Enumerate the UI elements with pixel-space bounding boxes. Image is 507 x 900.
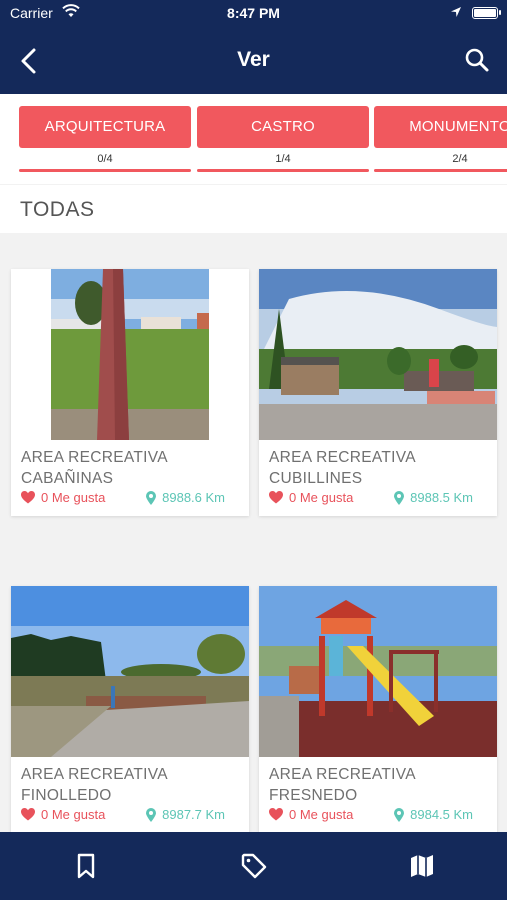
distance-text: 8984.5 Km xyxy=(410,807,473,822)
page-title: Ver xyxy=(237,48,270,71)
likes-text: 0 Me gusta xyxy=(289,490,354,505)
distance: 8988.6 Km xyxy=(146,490,225,505)
location-pin-icon xyxy=(146,490,157,505)
likes-text: 0 Me gusta xyxy=(41,490,106,505)
likes[interactable]: 0 Me gusta xyxy=(269,490,353,505)
likes[interactable]: 0 Me gusta xyxy=(269,807,353,822)
tag-icon[interactable] xyxy=(240,852,268,880)
battery-tip xyxy=(499,10,501,15)
place-photo xyxy=(11,269,249,440)
bookmark-icon[interactable] xyxy=(72,852,100,880)
heart-icon xyxy=(269,491,283,504)
distance-text: 8988.5 Km xyxy=(410,490,473,505)
place-name: AREA RECREATIVA FRESNEDO xyxy=(269,764,491,806)
category-filter-bar: ARQUITECTURA 0/4 CASTRO 1/4 MONUMENTO 2/… xyxy=(0,94,507,184)
status-bar: Carrier 8:47 PM xyxy=(0,0,507,28)
category-chip-monumento[interactable]: MONUMENTO 2/4 xyxy=(374,106,507,172)
category-underline xyxy=(197,169,369,172)
heart-icon xyxy=(21,808,35,821)
place-photo xyxy=(11,586,249,757)
map-icon[interactable] xyxy=(408,852,436,880)
place-name-line: AREA RECREATIVA xyxy=(21,766,168,783)
place-name-line: FINOLLEDO xyxy=(21,787,112,804)
location-arrow-icon xyxy=(451,7,461,17)
heart-icon xyxy=(269,808,283,821)
likes-text: 0 Me gusta xyxy=(289,807,354,822)
category-chip-castro[interactable]: CASTRO 1/4 xyxy=(197,106,369,172)
battery-icon xyxy=(472,7,498,19)
distance: 8987.7 Km xyxy=(146,807,225,822)
location-pin-icon xyxy=(394,490,405,505)
place-name-line: AREA RECREATIVA xyxy=(269,449,416,466)
place-photo xyxy=(259,586,497,757)
section-header: TODAS xyxy=(0,185,507,233)
tab-bar xyxy=(0,832,507,900)
search-icon[interactable] xyxy=(463,46,491,74)
distance-text: 8987.7 Km xyxy=(162,807,225,822)
category-button[interactable]: CASTRO xyxy=(197,106,369,148)
distance: 8988.5 Km xyxy=(394,490,473,505)
location-pin-icon xyxy=(394,807,405,822)
category-button[interactable]: MONUMENTO xyxy=(374,106,507,148)
place-name: AREA RECREATIVA FINOLLEDO xyxy=(21,764,243,806)
place-name-line: AREA RECREATIVA xyxy=(21,449,168,466)
category-count: 0/4 xyxy=(97,153,113,165)
place-card[interactable]: AREA RECREATIVA CABAÑINAS 0 Me gusta 898… xyxy=(11,269,249,516)
likes-text: 0 Me gusta xyxy=(41,807,106,822)
place-card[interactable]: AREA RECREATIVA FRESNEDO 0 Me gusta 8984… xyxy=(259,586,497,833)
heart-icon xyxy=(21,491,35,504)
place-photo xyxy=(259,269,497,440)
place-name-line: CUBILLINES xyxy=(269,470,363,487)
place-name-line: AREA RECREATIVA xyxy=(269,766,416,783)
place-card[interactable]: AREA RECREATIVA CUBILLINES 0 Me gusta 89… xyxy=(259,269,497,516)
distance-text: 8988.6 Km xyxy=(162,490,225,505)
distance: 8984.5 Km xyxy=(394,807,473,822)
category-count: 2/4 xyxy=(452,153,468,165)
category-count: 1/4 xyxy=(275,153,291,165)
place-card[interactable]: AREA RECREATIVA FINOLLEDO 0 Me gusta 898… xyxy=(11,586,249,833)
place-name-line: CABAÑINAS xyxy=(21,470,114,487)
clock: 8:47 PM xyxy=(227,5,280,21)
likes[interactable]: 0 Me gusta xyxy=(21,807,105,822)
section-title: TODAS xyxy=(20,198,95,221)
category-button[interactable]: ARQUITECTURA xyxy=(19,106,191,148)
location-pin-icon xyxy=(146,807,157,822)
place-name: AREA RECREATIVA CABAÑINAS xyxy=(21,447,243,489)
category-underline xyxy=(374,169,507,172)
category-chip-arquitectura[interactable]: ARQUITECTURA 0/4 xyxy=(19,106,191,172)
navigation-bar: Ver xyxy=(0,28,507,94)
category-underline xyxy=(19,169,191,172)
place-name-line: FRESNEDO xyxy=(269,787,358,804)
place-name: AREA RECREATIVA CUBILLINES xyxy=(269,447,491,489)
likes[interactable]: 0 Me gusta xyxy=(21,490,105,505)
